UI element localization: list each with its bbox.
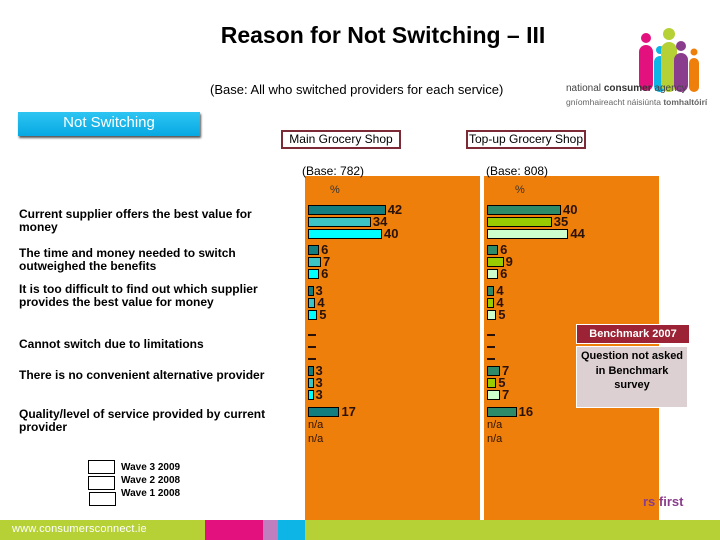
bar-topup-wave1 [487, 390, 500, 400]
data-label: 3 [315, 387, 323, 402]
bar-main-wave1 [308, 229, 382, 239]
category-label: There is no convenient alternative provi… [19, 368, 265, 382]
agency-irish-bold: tomhaltóirí [663, 97, 708, 107]
data-label-dash [308, 346, 316, 348]
category-label: The time and money needed to switch outw… [19, 246, 236, 273]
bar-main-wave3 [308, 407, 340, 417]
bar-topup-wave2 [487, 298, 495, 308]
bar-main-wave3 [308, 245, 320, 255]
bar-topup-wave3 [487, 286, 495, 296]
bar-topup-wave1 [487, 269, 499, 279]
category-label: It is too difficult to find out which su… [19, 282, 258, 309]
page-title: Reason for Not Switching – III [220, 22, 546, 48]
category-label: Quality/level of service provided by cur… [19, 407, 266, 434]
data-label-na: n/a [487, 433, 503, 445]
data-label-dash [308, 358, 316, 360]
bar-main-wave2 [308, 217, 371, 227]
legend-label-wave2: Wave 2 2008 [121, 475, 181, 486]
agency-name: national consumer agency [566, 83, 687, 94]
data-label: 6 [500, 266, 508, 281]
data-label: 5 [498, 307, 506, 322]
data-label-dash [487, 346, 495, 348]
data-label: 35 [553, 214, 569, 229]
data-label-na: n/a [308, 419, 324, 431]
data-label: 17 [341, 404, 356, 419]
bar-main-wave1 [308, 310, 318, 320]
bar-main-wave1 [308, 390, 314, 400]
category-label: Current supplier offers the best value f… [19, 207, 252, 234]
data-label-na: n/a [308, 433, 324, 445]
base-subtitle: (Base: All who switched providers for ea… [210, 82, 504, 97]
bar-main-wave3 [308, 286, 314, 296]
bar-topup-wave2 [487, 378, 497, 388]
bar-topup-wave3 [487, 245, 499, 255]
agency-irish-name: gníomhaireacht náisiúnta tomhaltóirí [566, 97, 707, 107]
data-label-dash [487, 358, 495, 360]
legend-label-wave3: Wave 3 2009 [121, 462, 181, 473]
agency-irish-part: gníomhaireacht náisiúnta [566, 97, 664, 107]
agency-name-part: agency [651, 83, 687, 94]
agency-name-part: national [566, 83, 604, 94]
bar-topup-wave2 [487, 217, 552, 227]
bar-main-wave2 [308, 257, 321, 267]
bar-main-wave2 [308, 298, 316, 308]
base-topup-grocery: (Base: 808) [486, 164, 549, 178]
footer-stripe-pink [205, 520, 263, 540]
footer-url[interactable]: www.consumersconnect.ie [12, 523, 147, 535]
footer-stripe-lilac [263, 520, 278, 540]
legend-swatch-wave3 [88, 460, 115, 474]
unit-label-main: % [330, 184, 340, 196]
bar-main-wave3 [308, 366, 314, 376]
data-label: 16 [518, 404, 534, 419]
bar-topup-wave1 [487, 229, 569, 239]
bar-main-wave1 [308, 269, 320, 279]
data-label: 44 [570, 226, 585, 241]
bar-main-wave2 [308, 378, 314, 388]
unit-label-topup: % [515, 184, 525, 196]
category-label: Cannot switch due to limitations [19, 337, 204, 351]
base-main-grocery: (Base: 782) [302, 164, 365, 178]
data-label-na: n/a [487, 419, 503, 431]
data-label: 5 [319, 307, 327, 322]
benchmark-title: Benchmark 2007 [576, 324, 690, 344]
bar-topup-wave1 [487, 310, 497, 320]
data-label: 7 [501, 387, 510, 402]
data-label-dash [487, 334, 495, 336]
legend-swatch-wave1 [89, 492, 116, 506]
column-header-main-grocery: Main Grocery Shop [281, 130, 401, 149]
footer-tagline: rs first [643, 494, 684, 509]
agency-name-bold: consumer [603, 83, 652, 94]
legend-swatch-wave2 [88, 476, 115, 490]
data-label-dash [308, 334, 316, 336]
benchmark-note: Question not asked in Benchmark survey [576, 346, 688, 408]
section-label-not-switching: Not Switching [18, 112, 200, 136]
column-header-topup-grocery: Top-up Grocery Shop [466, 130, 586, 149]
logo-figure-orange [689, 48, 699, 92]
legend-label-wave1: Wave 1 2008 [121, 488, 181, 499]
footer-stripe-blue [278, 520, 305, 540]
data-label: 42 [387, 202, 403, 217]
data-label: 6 [321, 266, 329, 281]
bar-topup-wave3 [487, 407, 517, 417]
bar-topup-wave3 [487, 205, 561, 215]
data-label: 40 [384, 226, 399, 241]
